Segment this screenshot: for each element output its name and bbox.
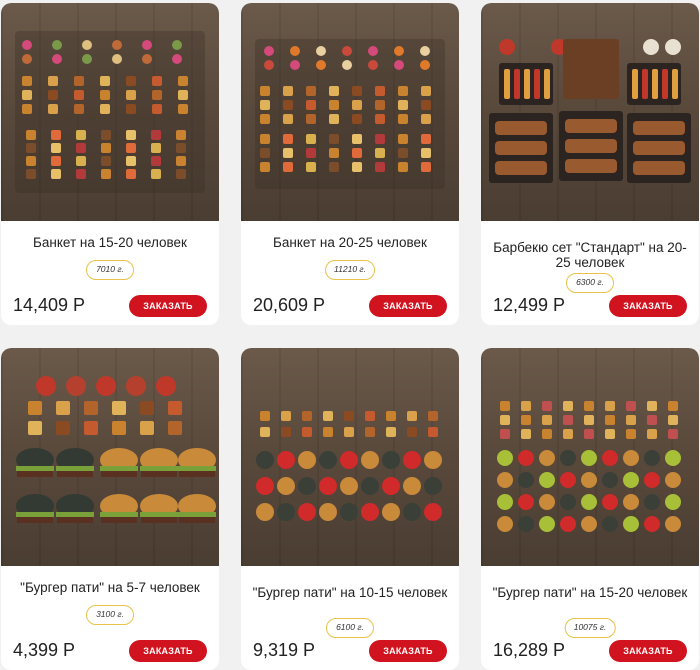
order-button[interactable]: ЗАКАЗАТЬ [609,640,687,662]
product-price: 14,409 Р [13,295,86,315]
order-button[interactable]: ЗАКАЗАТЬ [609,295,687,317]
weight-badge: 10075 г. [564,618,616,638]
bbq-set-image [489,39,691,183]
product-card[interactable]: "Бургер пати" на 10-15 человек 6100 г. 9… [241,348,459,670]
weight-badge: 6100 г. [326,618,374,638]
product-card[interactable]: Банкет на 15-20 человек 7010 г. 14,409 Р… [1,3,219,325]
product-price: 16,289 Р [493,640,566,660]
product-title: "Бургер пати" на 5-7 человек [20,580,200,595]
burger-party-image [497,401,681,532]
order-button[interactable]: ЗАКАЗАТЬ [129,640,207,662]
product-title: "Бургер пати" на 10-15 человек [252,585,448,600]
product-price: 4,399 Р [13,640,76,660]
product-photo[interactable] [481,348,699,566]
product-card[interactable]: "Бургер пати" на 5-7 человек 3100 г. 4,3… [1,348,219,670]
product-title: "Бургер пати" на 15-20 человек [492,585,688,600]
product-title: Банкет на 20-25 человек [273,235,427,250]
burger-party-image [16,376,216,523]
product-photo[interactable] [1,3,219,221]
order-button[interactable]: ЗАКАЗАТЬ [129,295,207,317]
order-button[interactable]: ЗАКАЗАТЬ [369,295,447,317]
product-price: 9,319 Р [253,640,316,660]
banquet-platter-image [15,31,205,193]
order-button[interactable]: ЗАКАЗАТЬ [369,640,447,662]
weight-badge: 11210 г. [325,260,375,280]
banquet-platter-image [255,39,445,189]
product-title: Барбекю сет "Стандарт" на 20-25 человек [493,240,687,270]
product-card[interactable]: Барбекю сет "Стандарт" на 20-25 человек … [481,3,699,325]
product-photo[interactable] [241,3,459,221]
product-price: 20,609 Р [253,295,326,315]
product-photo[interactable] [241,348,459,566]
product-photo[interactable] [1,348,219,566]
weight-badge: 3100 г. [86,605,134,625]
weight-badge: 6300 г. [566,273,614,293]
product-card[interactable]: Банкет на 20-25 человек 11210 г. 20,609 … [241,3,459,325]
weight-badge: 7010 г. [86,260,134,280]
product-photo[interactable] [481,3,699,221]
product-card[interactable]: "Бургер пати" на 15-20 человек 10075 г. … [481,348,699,670]
burger-party-image [256,411,442,521]
product-price: 12,499 Р [493,295,566,315]
product-title: Банкет на 15-20 человек [33,235,187,250]
